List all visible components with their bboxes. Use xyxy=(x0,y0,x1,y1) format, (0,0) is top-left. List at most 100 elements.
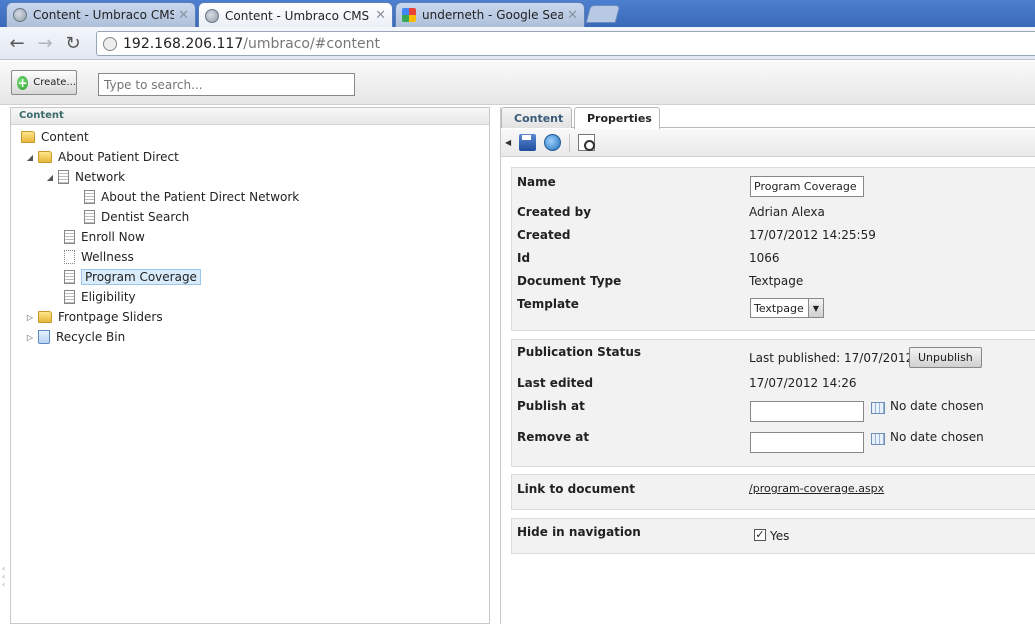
last-edited-value: 17/07/2012 14:26 xyxy=(749,376,857,390)
expanded-arrow-icon[interactable]: ◢ xyxy=(25,153,35,162)
tree-node-about-network[interactable]: About the Patient Direct Network xyxy=(84,187,299,207)
publication-status-label: Publication Status xyxy=(517,345,642,359)
tree-panel-title: Content xyxy=(11,108,489,125)
close-icon[interactable]: ✕ xyxy=(375,8,386,23)
template-select-value: Textpage xyxy=(754,301,804,315)
hide-navigation-checkbox[interactable]: ✓ xyxy=(754,529,766,541)
toolbar-separator xyxy=(569,133,571,152)
close-icon[interactable]: ✕ xyxy=(567,8,578,23)
tree-node-label: Eligibility xyxy=(81,290,136,304)
globe-icon xyxy=(205,8,219,23)
search-input[interactable] xyxy=(98,73,355,96)
preview-icon[interactable] xyxy=(578,134,596,151)
remove-at-note: No date chosen xyxy=(890,430,984,444)
document-icon xyxy=(64,270,75,284)
unpublish-button[interactable]: Unpublish xyxy=(909,347,982,368)
save-icon[interactable] xyxy=(519,134,537,151)
chevron-down-icon: ▼ xyxy=(808,299,823,317)
tree-node-label: Network xyxy=(75,170,126,184)
app-header: + Create... xyxy=(0,61,1035,105)
document-icon xyxy=(84,210,95,224)
publication-group: Publication Status Last published: 17/07… xyxy=(511,339,1035,467)
tree-node-label: Frontpage Sliders xyxy=(58,310,163,324)
collapsed-arrow-icon[interactable]: ▷ xyxy=(25,333,35,342)
id-label: Id xyxy=(517,251,531,265)
publish-at-label: Publish at xyxy=(517,399,585,413)
browser-tab-1[interactable]: Content - Umbraco CMS - 192 ✕ xyxy=(6,2,196,27)
tree-node-label: About the Patient Direct Network xyxy=(101,190,300,204)
tree-node-enroll-now[interactable]: Enroll Now xyxy=(64,227,145,247)
tree-node-wellness[interactable]: Wellness xyxy=(64,247,134,267)
resize-grip-icon[interactable]: ‹ ‹ ‹ xyxy=(2,565,10,589)
browser-tab-title: underneth - Google Search xyxy=(422,8,564,22)
tree-node-recycle-bin[interactable]: ▷ Recycle Bin xyxy=(25,327,125,347)
hide-navigation-label: Hide in navigation xyxy=(517,525,641,539)
folder-icon xyxy=(38,151,52,163)
close-icon[interactable]: ✕ xyxy=(178,8,189,23)
template-select[interactable]: Textpage ▼ xyxy=(750,298,824,318)
browser-tab-2[interactable]: Content - Umbraco CMS - 192 ✕ xyxy=(198,2,393,28)
new-tab-button[interactable] xyxy=(585,5,621,23)
create-button[interactable]: + Create... xyxy=(11,70,77,95)
reload-icon[interactable]: ↻ xyxy=(62,32,84,54)
publish-at-field[interactable] xyxy=(750,401,864,422)
document-icon xyxy=(58,170,69,184)
tree-node-frontpage-sliders[interactable]: ▷ Frontpage Sliders xyxy=(25,307,163,327)
tree-node-network[interactable]: ◢ Network xyxy=(45,167,125,187)
remove-at-field[interactable] xyxy=(750,432,864,453)
document-icon xyxy=(64,230,75,244)
tree-node-label: Enroll Now xyxy=(81,230,145,244)
google-icon xyxy=(402,8,416,22)
editor-toolbar: ◀ xyxy=(501,129,1035,157)
tree-node-dentist-search[interactable]: Dentist Search xyxy=(84,207,189,227)
tab-properties[interactable]: Properties xyxy=(574,107,660,129)
back-arrow-icon[interactable]: ← xyxy=(6,32,28,54)
tree-node-label: About Patient Direct xyxy=(58,150,179,164)
address-bar[interactable]: 192.168.206.117/umbraco/#content xyxy=(96,31,1035,56)
tree-node-label: Recycle Bin xyxy=(56,330,126,344)
tree-node-label: Dentist Search xyxy=(101,210,190,224)
tree-node-content[interactable]: Content xyxy=(21,127,89,147)
address-path: /umbraco/#content xyxy=(243,35,381,52)
tree-node-eligibility[interactable]: Eligibility xyxy=(64,287,136,307)
created-label: Created xyxy=(517,228,571,242)
tree-node-program-coverage[interactable]: Program Coverage xyxy=(64,267,201,287)
link-label: Link to document xyxy=(517,482,636,496)
expanded-arrow-icon[interactable]: ◢ xyxy=(45,173,55,182)
browser-tab-title: Content - Umbraco CMS - 192 xyxy=(33,8,175,22)
tree-node-label: Content xyxy=(41,130,89,144)
globe-icon xyxy=(13,8,27,22)
add-icon: + xyxy=(17,75,29,90)
tree-node-about-patient-direct[interactable]: ◢ About Patient Direct xyxy=(25,147,179,167)
created-by-value: Adrian Alexa xyxy=(749,205,825,219)
name-field[interactable] xyxy=(750,176,864,197)
tab-content[interactable]: Content xyxy=(501,107,572,128)
editor-panel: Content Properties ◀ Name Created by Adr… xyxy=(500,107,1035,624)
tree-node-label: Wellness xyxy=(81,250,134,264)
publication-status-value: Last published: 17/07/2012 xyxy=(749,351,914,365)
page-icon xyxy=(103,36,117,51)
remove-at-label: Remove at xyxy=(517,430,590,444)
properties-group: Name Created by Adrian Alexa Created 17/… xyxy=(511,167,1035,331)
create-button-label: Create... xyxy=(33,77,76,88)
created-value: 17/07/2012 14:25:59 xyxy=(749,228,876,242)
calendar-icon[interactable] xyxy=(871,402,885,414)
template-label: Template xyxy=(517,297,579,311)
document-type-value: Textpage xyxy=(749,274,804,288)
unpublished-document-icon xyxy=(64,250,75,264)
address-host: 192.168.206.117 xyxy=(123,35,244,52)
browser-tab-3[interactable]: underneth - Google Search ✕ xyxy=(395,2,585,27)
calendar-icon[interactable] xyxy=(871,433,885,445)
document-link[interactable]: /program-coverage.aspx xyxy=(749,482,884,495)
navigation-group: Hide in navigation ✓ Yes xyxy=(511,518,1035,554)
document-icon xyxy=(64,290,75,304)
toolbar-collapse-icon[interactable]: ◀ xyxy=(505,138,511,147)
created-by-label: Created by xyxy=(517,205,592,219)
folder-icon xyxy=(21,131,35,143)
collapsed-arrow-icon[interactable]: ▷ xyxy=(25,313,35,322)
id-value: 1066 xyxy=(749,251,780,265)
name-label: Name xyxy=(517,175,556,189)
folder-icon xyxy=(38,311,52,323)
publish-icon[interactable] xyxy=(544,134,562,151)
forward-arrow-icon[interactable]: → xyxy=(34,32,56,54)
